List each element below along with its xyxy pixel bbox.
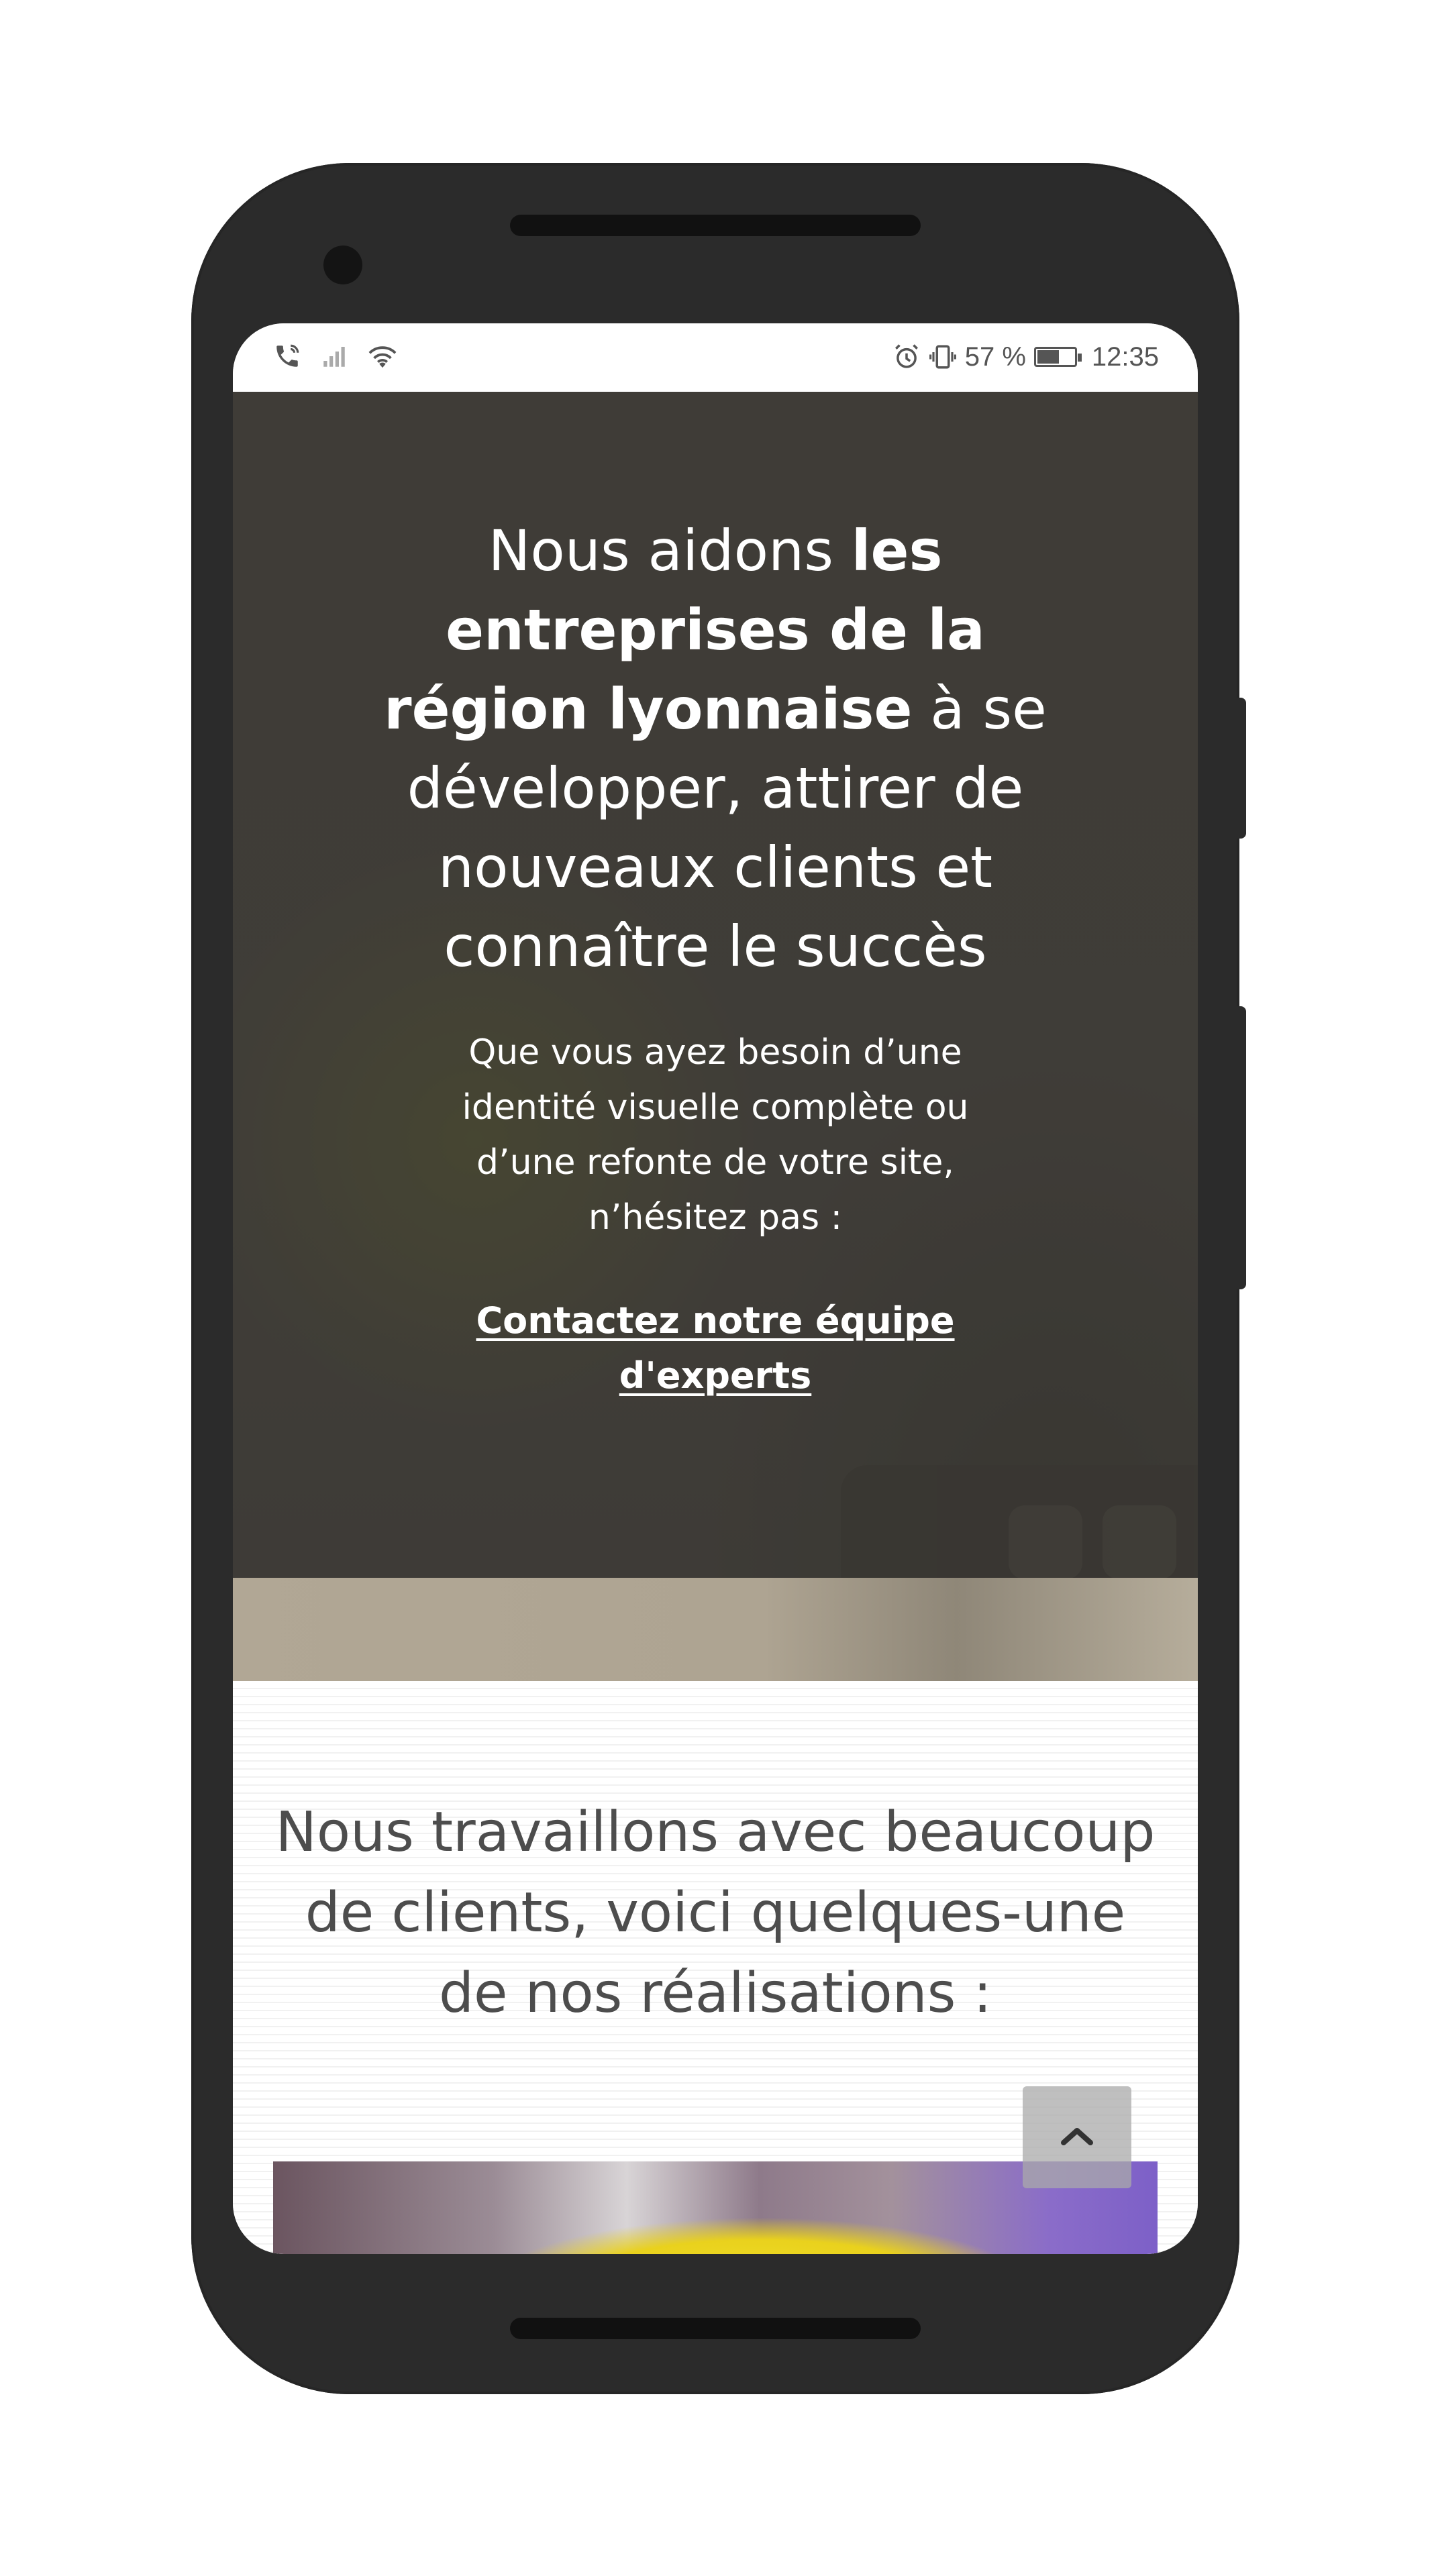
- bottom-speaker: [510, 2318, 921, 2339]
- signal-icon: [320, 342, 348, 370]
- wifi-icon: [367, 342, 397, 370]
- phone-call-icon: [273, 342, 301, 370]
- power-button: [1237, 698, 1246, 839]
- status-bar-left: [273, 342, 397, 370]
- phone-screen: 57 % 12:35 Nous aidons les entreprises d…: [233, 323, 1198, 2254]
- hero-background-photo-strip: [233, 1578, 1198, 1681]
- status-bar: 57 % 12:35: [233, 323, 1198, 392]
- hero-content: Nous aidons les entreprises de la région…: [360, 511, 1070, 1403]
- hero-title: Nous aidons les entreprises de la région…: [360, 511, 1070, 986]
- battery-icon: [1033, 347, 1082, 367]
- clients-section-title: Nous travaillons avec beaucoup de client…: [275, 1801, 1156, 2025]
- vibrate-icon: [929, 343, 957, 371]
- contact-experts-link[interactable]: Contactez notre équipe d'experts: [474, 1293, 957, 1403]
- volume-button: [1237, 1006, 1246, 1289]
- alarm-icon: [892, 343, 921, 371]
- hero-title-part1: Nous aidons: [488, 518, 852, 584]
- hero-subtitle: Que vous ayez besoin d’une identité visu…: [462, 1032, 969, 1238]
- front-camera: [323, 246, 362, 284]
- clock: 12:35: [1091, 342, 1159, 372]
- battery-percent: 57 %: [964, 342, 1026, 372]
- scroll-to-top-button[interactable]: [1023, 2086, 1131, 2188]
- status-bar-right: 57 % 12:35: [892, 341, 1159, 373]
- earpiece-speaker: [510, 215, 921, 236]
- hero-section: Nous aidons les entreprises de la région…: [233, 392, 1198, 1686]
- chevron-up-icon: [1058, 2123, 1096, 2153]
